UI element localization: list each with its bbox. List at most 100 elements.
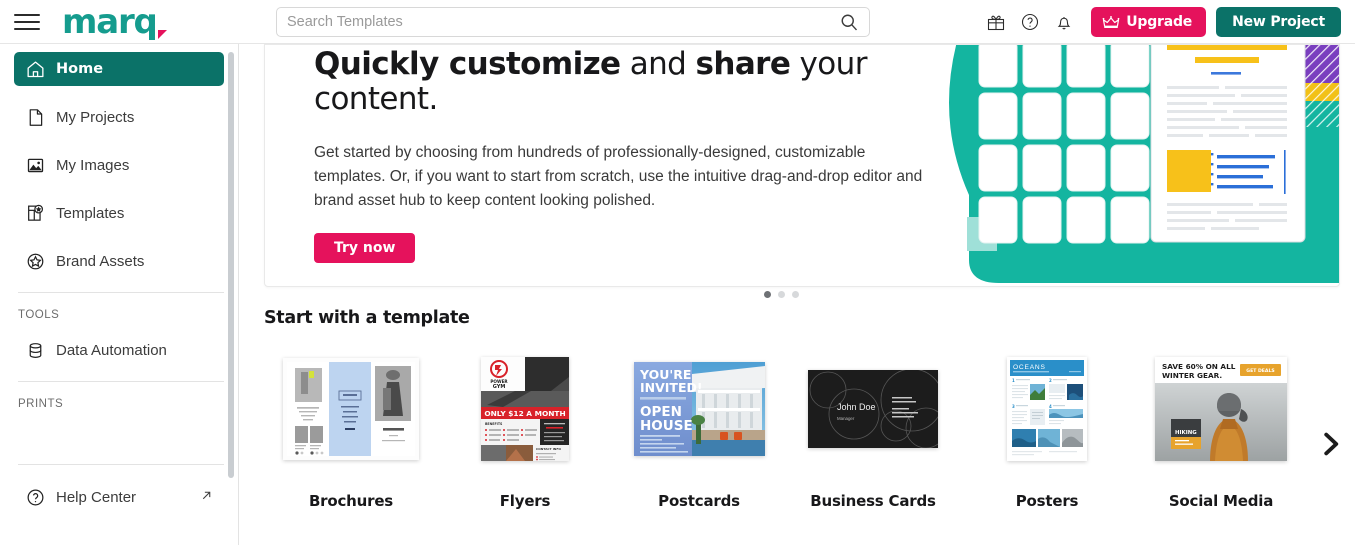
marq-logo[interactable]: marq (62, 5, 167, 39)
logo-accent-triangle-icon (157, 29, 167, 39)
template-card-list: Brochures POWER GYM ONLY $12 A MONTH BEN… (264, 354, 1314, 519)
template-thumbnail: John Doe Manager (786, 354, 960, 464)
svg-text:3: 3 (1012, 404, 1015, 409)
search-icon[interactable] (839, 12, 859, 32)
template-card-flyers[interactable]: POWER GYM ONLY $12 A MONTH BENEFITS CONT… (438, 354, 612, 519)
svg-text:HIKING: HIKING (1175, 430, 1197, 436)
hero-title-part3: share (695, 46, 791, 82)
hero-banner: Quickly customize and share your content… (264, 44, 1340, 287)
gift-icon[interactable] (979, 5, 1013, 39)
template-card-label: Business Cards (810, 492, 936, 510)
help-circle-icon[interactable] (1013, 5, 1047, 39)
external-link-icon (200, 489, 213, 507)
svg-text:ONLY $12 A MONTH: ONLY $12 A MONTH (484, 409, 565, 418)
business-card-thumb: John Doe Manager (808, 370, 938, 448)
chevron-right-icon (1315, 427, 1345, 466)
templates-icon (18, 203, 52, 224)
template-card-posters[interactable]: OCEANS 1 2 3 4 Posters (960, 354, 1134, 519)
hero-title-part1: Quickly customize (314, 46, 621, 82)
sidebar-section-prints-title: PRINTS (18, 398, 64, 410)
sidebar-item-label: Help Center (56, 489, 137, 506)
sidebar-prints-empty (0, 422, 238, 458)
crown-icon (1102, 15, 1120, 30)
database-icon (18, 340, 52, 361)
oceans-poster-thumb: OCEANS 1 2 3 4 (1007, 357, 1087, 461)
sidebar-item-my-images[interactable]: My Images (14, 148, 224, 182)
document-icon (18, 107, 52, 128)
template-card-label: Social Media (1168, 492, 1274, 510)
sidebar-item-my-projects[interactable]: My Projects (14, 100, 224, 134)
sidebar-item-brand-assets[interactable]: Brand Assets (14, 244, 224, 278)
hero-carousel-dots (764, 291, 799, 298)
hero-illustration (939, 45, 1339, 286)
sidebar-item-label: Home (56, 61, 104, 77)
search-input[interactable] (287, 14, 839, 30)
templates-next-button[interactable] (1315, 429, 1345, 463)
svg-text:GYM: GYM (493, 384, 506, 390)
hero-title: Quickly customize and share your content… (314, 47, 954, 117)
marq-home-page: marq Search Templates Upgrade New Projec… (0, 0, 1355, 545)
template-thumbnail: YOU'RE INVITED! OPEN HOUSE (612, 354, 786, 464)
svg-text:HOUSE: HOUSE (640, 418, 693, 434)
template-card-social-media[interactable]: SAVE 60% ON ALL WINTER GEAR. GET DEALS H… (1134, 354, 1308, 519)
svg-text:OCEANS: OCEANS (1013, 364, 1046, 371)
sidebar-item-templates[interactable]: Templates (14, 196, 224, 230)
sidebar-item-label: My Projects (56, 108, 135, 126)
search-container (276, 7, 870, 37)
template-card-label: Postcards (658, 492, 740, 510)
try-now-button[interactable]: Try now (314, 233, 416, 263)
image-icon (18, 155, 52, 176)
svg-text:2: 2 (1049, 378, 1052, 383)
sidebar-nav: Home My Projects My Images Templates Bra… (0, 44, 238, 278)
template-thumbnail: POWER GYM ONLY $12 A MONTH BENEFITS CONT… (438, 354, 612, 464)
template-card-label: Flyers (499, 492, 551, 510)
winter-gear-social-thumb: SAVE 60% ON ALL WINTER GEAR. GET DEALS H… (1155, 357, 1287, 461)
top-bar: marq Search Templates Upgrade New Projec… (0, 0, 1355, 44)
template-thumbnail: OCEANS 1 2 3 4 (960, 354, 1134, 464)
sidebar-item-label: Data Automation (56, 341, 167, 359)
svg-text:GET DEALS: GET DEALS (1246, 368, 1274, 374)
svg-text:SAVE 60% ON ALL: SAVE 60% ON ALL (1162, 362, 1236, 371)
help-circle-icon (18, 487, 52, 508)
carousel-dot-3[interactable] (792, 291, 799, 298)
gym-flyer-thumb: POWER GYM ONLY $12 A MONTH BENEFITS CONT… (481, 357, 569, 461)
carousel-dot-2[interactable] (778, 291, 785, 298)
main-content: Quickly customize and share your content… (240, 44, 1355, 545)
svg-text:1: 1 (1012, 378, 1015, 383)
sidebar-item-data-automation[interactable]: Data Automation (14, 333, 224, 367)
svg-text:CONTACT INFO: CONTACT INFO (536, 447, 561, 451)
template-card-brochures[interactable]: Brochures (264, 354, 438, 519)
upgrade-label: Upgrade (1126, 14, 1193, 30)
logo-wordmark: marq (62, 1, 158, 42)
new-project-button[interactable]: New Project (1216, 7, 1341, 37)
sidebar: Home My Projects My Images Templates Bra… (0, 44, 239, 545)
hero-illustration-svg (949, 45, 1339, 283)
brochure-trifold-thumb (283, 358, 419, 460)
sidebar-scrollbar[interactable] (228, 52, 234, 478)
carousel-dot-1[interactable] (764, 291, 771, 298)
hero-text-block: Quickly customize and share your content… (314, 47, 954, 263)
hero-title-part2: and (620, 46, 696, 82)
svg-text:4: 4 (1049, 404, 1052, 409)
svg-text:WINTER GEAR.: WINTER GEAR. (1162, 371, 1222, 380)
sidebar-item-label: My Images (56, 156, 130, 174)
search-box[interactable] (276, 7, 870, 37)
sidebar-item-label: Brand Assets (56, 252, 145, 270)
template-card-postcards[interactable]: YOU'RE INVITED! OPEN HOUSE Postcards (612, 354, 786, 519)
template-card-business-cards[interactable]: John Doe Manager Business Cards (786, 354, 960, 519)
sidebar-item-help-center[interactable]: Help Center (0, 487, 238, 508)
home-icon (18, 59, 52, 80)
sidebar-item-label: Templates (56, 204, 125, 222)
template-thumbnail: SAVE 60% ON ALL WINTER GEAR. GET DEALS H… (1134, 354, 1308, 464)
sidebar-item-home[interactable]: Home (14, 52, 224, 86)
star-badge-icon (18, 251, 52, 272)
template-thumbnail (264, 354, 438, 464)
open-house-postcard-thumb: YOU'RE INVITED! OPEN HOUSE (633, 362, 765, 456)
sidebar-divider-3 (18, 464, 224, 465)
hero-description: Get started by choosing from hundreds of… (314, 144, 923, 209)
sidebar-section-tools-title: TOOLS (18, 309, 60, 321)
template-card-label: Posters (1015, 492, 1079, 510)
upgrade-button[interactable]: Upgrade (1091, 7, 1207, 37)
hamburger-menu-icon[interactable] (14, 12, 40, 32)
bell-icon[interactable] (1047, 5, 1081, 39)
